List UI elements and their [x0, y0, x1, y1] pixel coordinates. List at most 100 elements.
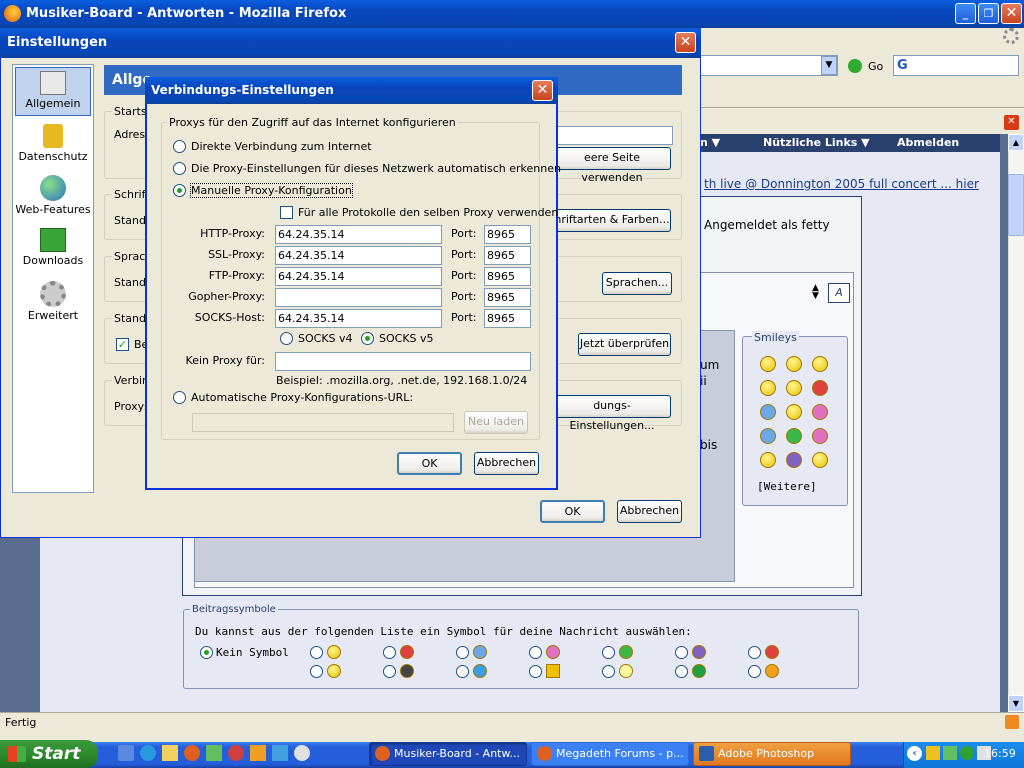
firefox-icon[interactable]	[184, 745, 200, 761]
smiley-icon[interactable]	[812, 404, 828, 420]
smiley-icon[interactable]	[812, 380, 828, 396]
fonts-colors-button[interactable]: hriftarten & Farben...	[553, 209, 671, 232]
checkbox[interactable]	[280, 206, 293, 219]
smiley-icon[interactable]	[812, 356, 828, 372]
post-symbol-none[interactable]: Kein Symbol	[200, 646, 289, 659]
ssl-proxy-input[interactable]: 64.24.35.14	[275, 246, 442, 265]
post-symbol-option[interactable]	[748, 645, 821, 662]
sort-icon[interactable]: ▲ ▼	[812, 284, 819, 301]
sidebar-item-general[interactable]: Allgemein	[15, 67, 91, 116]
smiley-icon[interactable]	[760, 428, 776, 444]
task-button-megadeth[interactable]: Megadeth Forums - p...	[531, 742, 689, 766]
minimize-button[interactable]: _	[955, 3, 976, 24]
url-dropdown-icon[interactable]: ▼	[821, 56, 837, 75]
post-symbol-option[interactable]	[748, 664, 821, 681]
connection-settings-button[interactable]: dungs-Einstellungen...	[553, 395, 671, 432]
desktop-icon[interactable]	[118, 745, 134, 761]
smileys-more-link[interactable]: [Weitere]	[757, 480, 817, 493]
direct-connection-option[interactable]: Direkte Verbindung zum Internet	[173, 140, 372, 153]
post-symbol-option[interactable]	[529, 664, 602, 681]
smiley-icon[interactable]	[786, 404, 802, 420]
radio-button[interactable]	[173, 184, 186, 197]
smiley-icon[interactable]	[760, 380, 776, 396]
scroll-up-button[interactable]: ▲	[1008, 134, 1024, 151]
go-label[interactable]: Go	[868, 60, 883, 73]
gopher-port-input[interactable]: 8965	[484, 288, 531, 307]
ftp-proxy-input[interactable]: 64.24.35.14	[275, 267, 442, 286]
search-input[interactable]	[893, 55, 1019, 76]
post-symbol-option[interactable]	[602, 664, 675, 681]
socks-port-input[interactable]: 8965	[484, 309, 531, 328]
volume-icon[interactable]	[943, 746, 957, 760]
radio-button[interactable]	[173, 140, 186, 153]
post-symbol-option[interactable]	[529, 645, 602, 662]
pac-url-option[interactable]: Automatische Proxy-Konfigurations-URL:	[173, 391, 413, 404]
url-bar[interactable]	[700, 55, 838, 76]
auto-detect-option[interactable]: Die Proxy-Einstellungen für dieses Netzw…	[173, 162, 561, 175]
post-symbol-option[interactable]	[383, 664, 456, 681]
settings-cancel-button[interactable]: Abbrechen	[617, 500, 682, 523]
smiley-icon[interactable]	[786, 452, 802, 468]
post-symbol-option[interactable]	[675, 645, 748, 662]
post-symbol-option[interactable]	[383, 645, 456, 662]
check-now-button[interactable]: Jetzt überprüfen	[578, 333, 671, 356]
pac-url-input[interactable]	[192, 413, 454, 432]
smiley-icon[interactable]	[786, 380, 802, 396]
post-symbol-option[interactable]	[602, 645, 675, 662]
sidebar-item-privacy[interactable]: Datenschutz	[15, 122, 91, 168]
reload-button[interactable]: Neu laden	[464, 411, 528, 434]
folder-icon[interactable]	[162, 745, 178, 761]
connection-close-button[interactable]: ✕	[532, 80, 553, 101]
connection-ok-button[interactable]: OK	[397, 452, 462, 475]
socks-v5-option[interactable]: SOCKS v5	[361, 332, 434, 345]
app-icon[interactable]	[294, 745, 310, 761]
task-button-musiker[interactable]: Musiker-Board - Antw...	[369, 742, 527, 766]
sidebar-item-web-features[interactable]: Web-Features	[15, 175, 91, 221]
nav-link-logout[interactable]: Abmelden	[897, 134, 959, 152]
http-port-input[interactable]: 8965	[484, 225, 531, 244]
ftp-port-input[interactable]: 8965	[484, 267, 531, 286]
settings-close-button[interactable]: ✕	[675, 32, 696, 53]
close-window-button[interactable]: ✕	[1001, 3, 1022, 24]
nav-link-1[interactable]: n ▼	[700, 134, 720, 152]
app-icon[interactable]	[250, 745, 266, 761]
font-size-icon[interactable]: A	[828, 283, 850, 303]
post-symbol-option[interactable]	[310, 664, 383, 681]
smiley-icon[interactable]	[786, 356, 802, 372]
gopher-proxy-input[interactable]	[275, 288, 442, 307]
forum-link[interactable]: th live @ Donnington 2005 full concert .…	[704, 177, 979, 191]
app-icon[interactable]	[272, 745, 288, 761]
radio-button[interactable]	[280, 332, 293, 345]
homepage-input[interactable]	[555, 126, 673, 145]
checkbox[interactable]: ✓	[116, 338, 129, 351]
socks-v4-option[interactable]: SOCKS v4	[280, 332, 353, 345]
app-icon[interactable]	[206, 745, 222, 761]
task-button-photoshop[interactable]: Adobe Photoshop	[693, 742, 851, 766]
manual-proxy-option[interactable]: Manuelle Proxy-Konfiguration	[173, 183, 353, 198]
scroll-thumb[interactable]	[1008, 174, 1024, 236]
no-proxy-input[interactable]	[275, 352, 531, 371]
ie-icon[interactable]	[140, 745, 156, 761]
smiley-icon[interactable]	[760, 452, 776, 468]
smiley-icon[interactable]	[812, 428, 828, 444]
network-icon[interactable]	[926, 746, 940, 760]
languages-button[interactable]: Sprachen...	[602, 272, 672, 295]
smiley-icon[interactable]	[760, 356, 776, 372]
post-symbol-option[interactable]	[456, 664, 529, 681]
post-symbol-radio[interactable]	[200, 646, 213, 659]
radio-button[interactable]	[173, 162, 186, 175]
smiley-icon[interactable]	[786, 428, 802, 444]
radio-button[interactable]	[361, 332, 374, 345]
scroll-down-button[interactable]: ▼	[1008, 695, 1024, 712]
empty-page-button[interactable]: eere Seite verwenden	[553, 147, 671, 184]
smiley-icon[interactable]	[760, 404, 776, 420]
radio-button[interactable]	[173, 391, 186, 404]
post-symbol-option[interactable]	[675, 664, 748, 681]
maximize-button[interactable]: ❐	[978, 3, 999, 24]
tray-expand-icon[interactable]: ‹	[907, 746, 922, 761]
smiley-icon[interactable]	[812, 452, 828, 468]
ssl-port-input[interactable]: 8965	[484, 246, 531, 265]
settings-ok-button[interactable]: OK	[540, 500, 605, 523]
sidebar-item-advanced[interactable]: Erweitert	[15, 281, 91, 327]
antivirus-icon[interactable]	[960, 746, 974, 760]
